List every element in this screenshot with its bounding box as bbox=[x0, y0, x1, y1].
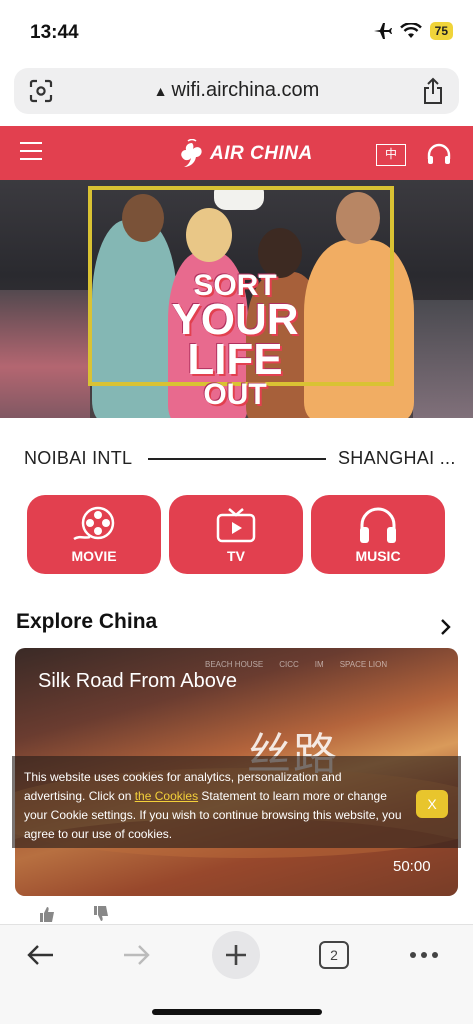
partner-logo: CICC bbox=[279, 660, 299, 669]
cookie-text: This website uses cookies for analytics,… bbox=[24, 768, 404, 844]
address-bar[interactable]: ▲ wifi.airchina.com bbox=[14, 68, 459, 114]
status-icons: 75 bbox=[372, 22, 453, 40]
cookie-close-button[interactable]: X bbox=[416, 790, 448, 818]
lock-icon: ▲ bbox=[153, 83, 168, 99]
section-title: Explore China bbox=[16, 610, 158, 633]
logo-text: AIR CHINA bbox=[210, 143, 313, 164]
promo-banner[interactable]: SORT YOUR LIFE OUT bbox=[0, 180, 473, 418]
browser-toolbar: 2 bbox=[0, 924, 473, 1024]
headset-icon[interactable] bbox=[426, 142, 452, 166]
share-icon[interactable] bbox=[421, 77, 445, 105]
url-text[interactable]: ▲ wifi.airchina.com bbox=[14, 79, 459, 102]
plus-icon bbox=[226, 945, 246, 965]
back-arrow-icon[interactable] bbox=[25, 943, 55, 967]
forward-arrow-icon[interactable] bbox=[122, 943, 152, 967]
music-button[interactable]: MUSIC bbox=[311, 495, 445, 574]
partner-logo: SPACE LION bbox=[339, 660, 388, 669]
app-header: AIR CHINA 中 bbox=[0, 126, 473, 180]
tv-icon bbox=[216, 508, 256, 543]
new-tab-button[interactable] bbox=[212, 931, 260, 979]
battery-indicator: 75 bbox=[429, 22, 453, 40]
route-destination: SHANGHAI ... bbox=[338, 448, 456, 468]
status-bar: 13:44 75 bbox=[0, 0, 473, 64]
thumbs-up-icon[interactable] bbox=[38, 905, 56, 923]
music-label: MUSIC bbox=[355, 548, 401, 564]
banner-title: SORT YOUR LIFE OUT bbox=[160, 271, 310, 411]
movie-label: MOVIE bbox=[71, 548, 117, 564]
banner-background-right bbox=[413, 300, 473, 418]
tab-switcher-button[interactable]: 2 bbox=[319, 941, 349, 969]
language-button[interactable]: 中 bbox=[376, 144, 406, 166]
film-reel-icon bbox=[73, 506, 115, 541]
air-china-logo[interactable]: AIR CHINA bbox=[178, 136, 313, 172]
more-options-icon[interactable] bbox=[408, 945, 440, 965]
movie-button[interactable]: MOVIE bbox=[27, 495, 161, 574]
home-indicator bbox=[152, 1009, 322, 1015]
airplane-mode-icon bbox=[373, 23, 392, 39]
banner-title-line: LIFE bbox=[187, 335, 283, 385]
thumbs-down-icon[interactable] bbox=[92, 905, 110, 923]
partner-logo: IM bbox=[314, 660, 324, 669]
banner-title-line: YOUR bbox=[171, 294, 299, 344]
tv-button[interactable]: TV bbox=[169, 495, 303, 574]
banner-title-line: OUT bbox=[203, 377, 267, 411]
partner-logo: BEACH HOUSE bbox=[205, 660, 264, 669]
chevron-right-icon[interactable] bbox=[440, 618, 452, 636]
wifi-icon bbox=[399, 23, 422, 38]
route-divider bbox=[148, 458, 326, 460]
video-title: Silk Road From Above bbox=[38, 670, 237, 692]
reactions bbox=[38, 905, 110, 923]
banner-background bbox=[0, 290, 90, 418]
tv-label: TV bbox=[227, 548, 245, 564]
url-value: wifi.airchina.com bbox=[171, 79, 320, 101]
flight-route: NOIBAI INTL SHANGHAI ... bbox=[0, 442, 473, 472]
video-duration: 50:00 bbox=[393, 858, 431, 875]
status-time: 13:44 bbox=[30, 22, 79, 43]
headphones-icon bbox=[360, 507, 396, 543]
partner-logos: BEACH HOUSE CICC IM SPACE LION bbox=[205, 660, 387, 669]
hamburger-menu-icon[interactable] bbox=[20, 142, 42, 162]
cookie-statement-link[interactable]: the Cookies bbox=[135, 789, 198, 803]
cookie-banner: This website uses cookies for analytics,… bbox=[12, 756, 461, 848]
phoenix-logo-icon bbox=[181, 139, 202, 167]
route-origin: NOIBAI INTL bbox=[24, 448, 133, 468]
